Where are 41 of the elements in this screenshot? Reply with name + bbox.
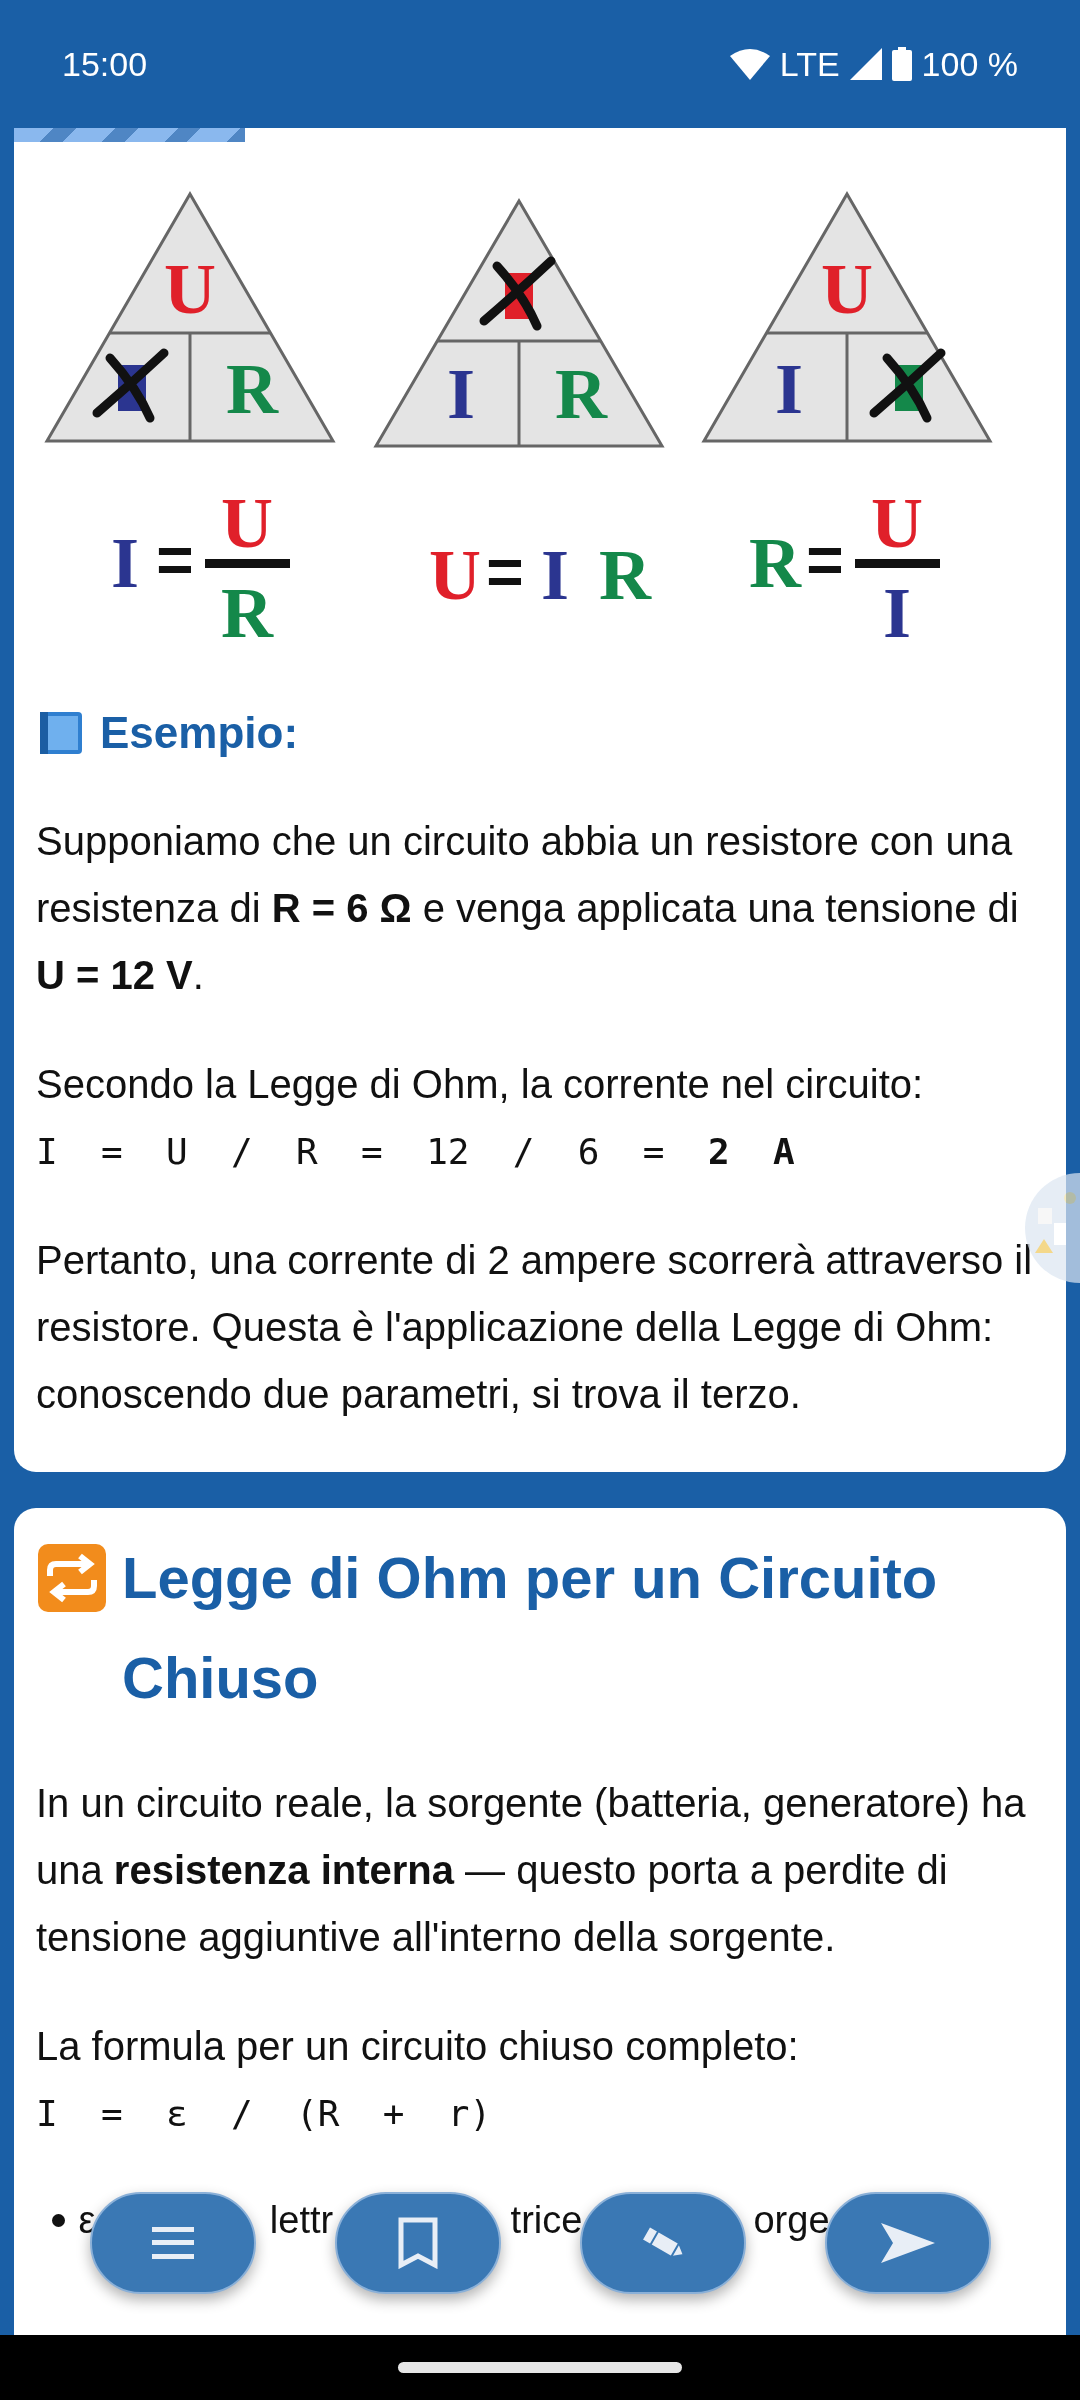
paragraph: Secondo la Legge di Ohm, la corrente nel circuito: xyxy=(36,1061,925,1108)
send-icon xyxy=(880,2223,935,2263)
list-item-text: lettr xyxy=(269,2198,334,2243)
triangle-letter: U xyxy=(164,249,216,329)
bookmark-icon xyxy=(397,2217,438,2269)
list-item-text: trice xyxy=(510,2198,583,2243)
menu-icon xyxy=(151,2225,194,2261)
paragraph: Pertanto, una corrente di 2 ampere scorrerà attraverso il resistore. Questa è l'applicazione della Legge di Ohm: conoscendo due parametri, si trova il terzo. xyxy=(36,1237,1034,1418)
list-item-text: orge xyxy=(753,2198,830,2243)
signal-icon xyxy=(849,48,882,80)
formula-letter: I xyxy=(111,523,139,603)
repeat-icon xyxy=(36,1542,108,1614)
list-item-text: ε xyxy=(78,2198,96,2243)
equals-sign: = xyxy=(806,524,844,596)
formula-letter: I xyxy=(883,573,911,653)
formula-letter: R xyxy=(749,523,801,603)
battery-icon xyxy=(891,47,912,81)
triangle-letter: R xyxy=(226,349,278,429)
formula-letter: R xyxy=(221,573,273,653)
section-heading: Esempio: xyxy=(100,707,299,759)
triangle-letter: R xyxy=(555,354,607,434)
formula-letter: U xyxy=(221,483,273,563)
formula-letter: U xyxy=(429,535,481,615)
triangle-letter: I xyxy=(775,349,803,429)
wifi-icon xyxy=(729,48,770,80)
formula-letter: R xyxy=(599,535,651,615)
status-time: 15:00 xyxy=(62,43,148,85)
paragraph: In un circuito reale, la sorgente (batteria, generatore) ha una resistenza interna — questo porta a perdite di tensione aggiuntive all'interno della sorgente. xyxy=(36,1780,1027,1961)
network-label: LTE xyxy=(779,43,840,85)
triangle-letter: I xyxy=(447,354,475,434)
formula-text: I = ε / (R + r) xyxy=(36,2092,493,2136)
paragraph: La formula per un circuito chiuso completo: xyxy=(36,2023,800,2070)
formula-letter: U xyxy=(871,483,923,563)
equals-sign: = xyxy=(486,536,524,608)
equals-sign: = xyxy=(156,524,194,596)
formula-text: I = U / R = 12 / 6 = 2 A xyxy=(36,1130,796,1174)
formula-letter: I xyxy=(541,535,569,615)
battery-label: 100 % xyxy=(921,43,1018,85)
triangle-letter: U xyxy=(821,249,873,329)
section-heading: Legge di Ohm per un Circuito Chiuso xyxy=(122,1544,939,1712)
paragraph: Supponiamo che un circuito abbia un resistore con una resistenza di R = 6 Ω e venga applicata una tensione di U = 12 V. xyxy=(36,818,1020,999)
